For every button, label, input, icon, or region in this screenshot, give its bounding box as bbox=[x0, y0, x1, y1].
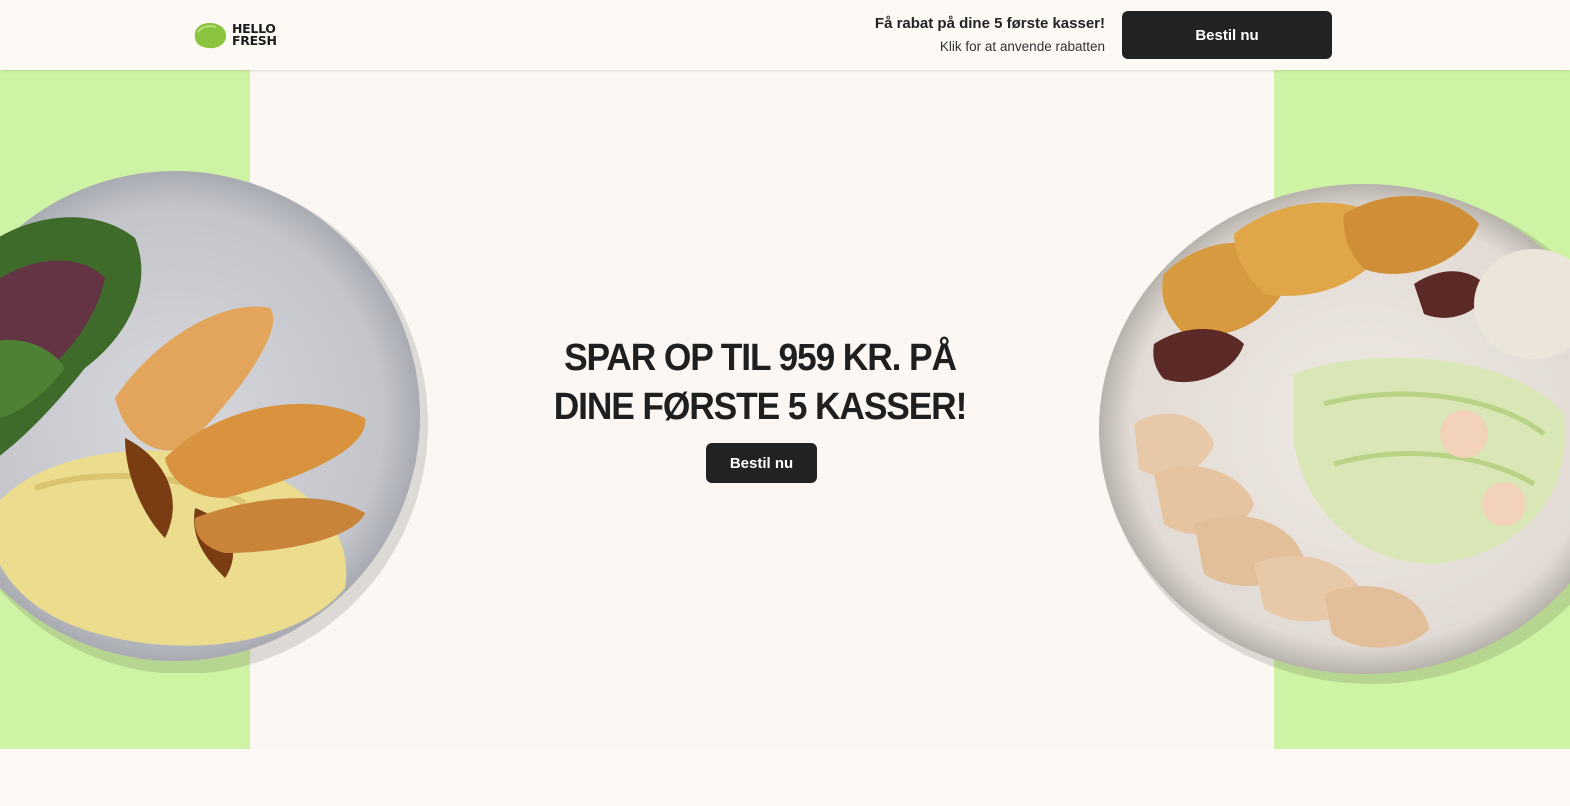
promo-banner[interactable]: Få rabat på dine 5 første kasser! Klik f… bbox=[875, 14, 1105, 57]
hero-headline: SPAR OP TIL 959 KR. PÅ DINE FØRSTE 5 KAS… bbox=[553, 337, 968, 428]
header-order-button[interactable]: Bestil nu bbox=[1122, 11, 1332, 59]
promo-subtitle: Klik for at anvende rabatten bbox=[939, 39, 1105, 54]
hellofresh-logo[interactable]: HELLO FRESH bbox=[192, 18, 292, 52]
logo-wordmark: HELLO FRESH bbox=[232, 21, 277, 48]
promo-title: Få rabat på dine 5 første kasser! bbox=[874, 15, 1105, 32]
lime-icon bbox=[192, 20, 228, 50]
site-header: HELLO FRESH Få rabat på dine 5 første ka… bbox=[0, 0, 1570, 70]
below-fold-area bbox=[0, 749, 1570, 806]
right-plate-image bbox=[1099, 184, 1570, 684]
hero-order-button[interactable]: Bestil nu bbox=[706, 443, 817, 483]
left-plate-image bbox=[0, 171, 428, 673]
hero-section: SPAR OP TIL 959 KR. PÅ DINE FØRSTE 5 KAS… bbox=[0, 70, 1570, 749]
